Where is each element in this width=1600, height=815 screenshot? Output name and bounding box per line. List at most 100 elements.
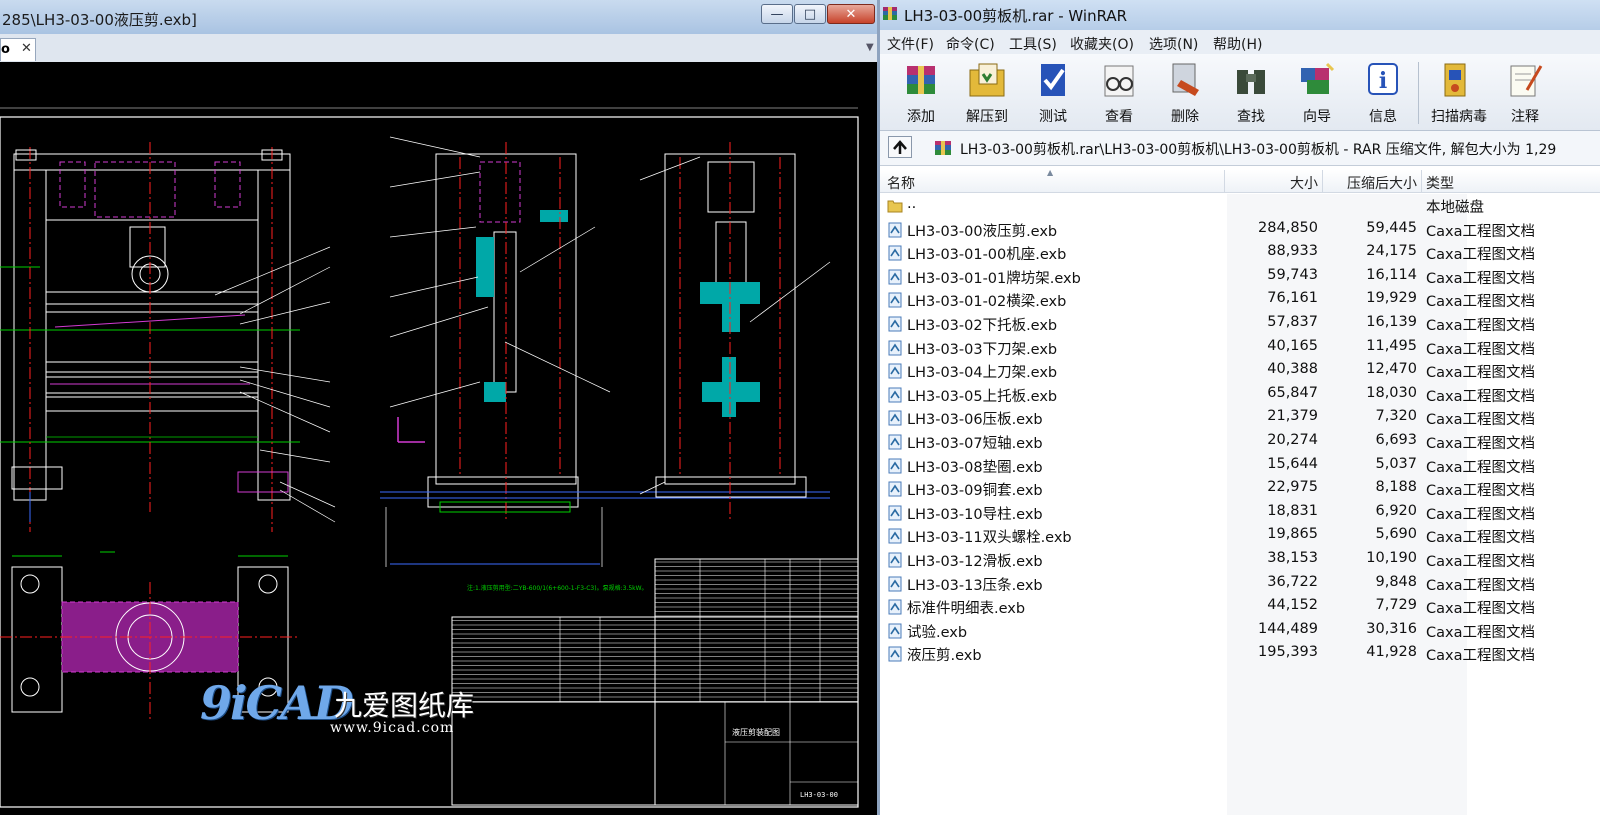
exb-file-icon [888, 505, 902, 521]
up-one-level-button[interactable] [888, 136, 912, 158]
file-row[interactable]: LH3-03-07短轴.exb 20,274 6,693 Caxa工程图文档 [880, 430, 1600, 454]
file-row[interactable]: LH3-03-12滑板.exb 38,153 10,190 Caxa工程图文档 [880, 548, 1600, 572]
file-name: LH3-03-12滑板.exb [907, 554, 1043, 570]
front-view [0, 142, 336, 532]
exb-file-icon [888, 292, 902, 308]
file-packed-size: 5,037 [1375, 455, 1417, 472]
file-row[interactable]: LH3-03-08垫圈.exb 15,644 5,037 Caxa工程图文档 [880, 454, 1600, 478]
file-type: Caxa工程图文档 [1426, 247, 1535, 264]
menu-bar: 文件(F) 命令(C) 工具(S) 收藏夹(O) 选项(N) 帮助(H) [880, 30, 1600, 54]
file-row[interactable]: LH3-03-02下托板.exb 57,837 16,139 Caxa工程图文档 [880, 312, 1600, 336]
menu-help[interactable]: 帮助(H) [1213, 34, 1262, 54]
cad-titlebar[interactable]: 285\LH3-03-00液压剪.exb] — □ ✕ [0, 0, 884, 35]
maximize-button[interactable]: □ [794, 4, 826, 24]
exb-file-icon [888, 269, 902, 285]
winrar-app-icon [883, 7, 897, 20]
file-packed-size: 59,445 [1366, 219, 1417, 236]
wizard-button[interactable]: 向导 [1286, 58, 1348, 128]
document-tab-bar: o ✕ ▼ [0, 34, 884, 63]
file-size: 21,379 [1267, 408, 1318, 425]
file-row[interactable]: 试验.exb 144,489 30,316 Caxa工程图文档 [880, 619, 1600, 643]
file-row[interactable]: LH3-03-00液压剪.exb 284,850 59,445 Caxa工程图文档 [880, 218, 1600, 242]
drawing-note: 注:1.液压剪用型:二YB-600/1(6+600-1-F3-C3)。泵规格:3… [467, 584, 648, 592]
exb-file-icon [888, 434, 902, 450]
file-row[interactable]: 液压剪.exb 195,393 41,928 Caxa工程图文档 [880, 642, 1600, 666]
parent-folder-name: .. [907, 196, 917, 212]
minimize-button[interactable]: — [761, 4, 793, 24]
title-block-name: 液压剪装配图 [732, 727, 780, 737]
find-button[interactable]: 查找 [1220, 58, 1282, 128]
column-size[interactable]: 大小 [1230, 173, 1318, 193]
menu-file[interactable]: 文件(F) [887, 34, 934, 54]
exb-file-icon [888, 340, 902, 356]
column-packed-size[interactable]: 压缩后大小 [1325, 173, 1417, 193]
test-button[interactable]: 测试 [1022, 58, 1084, 128]
view-label: 查看 [1105, 109, 1133, 125]
file-row[interactable]: LH3-03-04上刀架.exb 40,388 12,470 Caxa工程图文档 [880, 359, 1600, 383]
winrar-titlebar[interactable]: LH3-03-00剪板机.rar - WinRAR [880, 0, 1600, 30]
file-row[interactable]: 标准件明细表.exb 44,152 7,729 Caxa工程图文档 [880, 595, 1600, 619]
virus-scan-icon [1444, 63, 1466, 97]
file-row[interactable]: LH3-03-01-01牌坊架.exb 59,743 16,114 Caxa工程图文档 [880, 265, 1600, 289]
close-button[interactable]: ✕ [827, 4, 875, 24]
file-name: LH3-03-00液压剪.exb [907, 223, 1058, 240]
file-row[interactable]: LH3-03-13压条.exb 36,722 9,848 Caxa工程图文档 [880, 572, 1600, 596]
tab-dropdown-icon[interactable]: ▼ [866, 42, 874, 53]
parent-folder-row[interactable]: .. 本地磁盘 [880, 194, 1600, 218]
file-size: 22,975 [1267, 479, 1318, 496]
add-button[interactable]: 添加 [890, 58, 952, 128]
info-button[interactable]: i 信息 [1352, 58, 1414, 128]
column-type[interactable]: 类型 [1426, 173, 1454, 193]
find-label: 查找 [1237, 109, 1265, 125]
file-row[interactable]: LH3-03-03下刀架.exb 40,165 11,495 Caxa工程图文档 [880, 336, 1600, 360]
column-divider[interactable] [1421, 170, 1422, 192]
exb-file-icon [888, 552, 902, 568]
file-row[interactable]: LH3-03-11双头螺栓.exb 19,865 5,690 Caxa工程图文档 [880, 524, 1600, 548]
exb-file-icon [888, 646, 902, 662]
column-divider[interactable] [1322, 170, 1323, 192]
menu-tools[interactable]: 工具(S) [1009, 34, 1057, 54]
virus-scan-button[interactable]: 扫描病毒 [1424, 58, 1494, 128]
file-packed-size: 41,928 [1366, 644, 1417, 661]
file-size: 19,865 [1267, 526, 1318, 543]
file-packed-size: 12,470 [1366, 361, 1417, 378]
file-row[interactable]: LH3-03-06压板.exb 21,379 7,320 Caxa工程图文档 [880, 406, 1600, 430]
exb-file-icon [888, 222, 902, 238]
file-row[interactable]: LH3-03-10导柱.exb 18,831 6,920 Caxa工程图文档 [880, 501, 1600, 525]
extract-to-button[interactable]: 解压到 [956, 58, 1018, 128]
column-divider[interactable] [1224, 170, 1225, 192]
file-row[interactable]: LH3-03-01-02横梁.exb 76,161 19,929 Caxa工程图文档 [880, 288, 1600, 312]
document-tab-label: o [1, 42, 10, 57]
comment-button[interactable]: 注释 [1494, 58, 1556, 128]
exb-file-icon [888, 316, 902, 332]
menu-command[interactable]: 命令(C) [946, 34, 995, 54]
file-size: 38,153 [1267, 550, 1318, 566]
file-type: Caxa工程图文档 [1426, 388, 1535, 405]
watermark: 9iCAD 九爱图纸库 www.9icad.com [200, 674, 500, 744]
toolbar: 添加 解压到 测试 查看 删除 查找 向导 i 信息 扫描病毒 注释 [880, 54, 1600, 131]
file-size: 57,837 [1267, 314, 1318, 330]
file-packed-size: 7,320 [1375, 408, 1417, 425]
document-tab[interactable]: o ✕ [0, 38, 36, 61]
side-view [380, 136, 830, 567]
file-row[interactable]: LH3-03-05上托板.exb 65,847 18,030 Caxa工程图文档 [880, 383, 1600, 407]
view-button[interactable]: 查看 [1088, 58, 1150, 128]
add-label: 添加 [907, 109, 935, 125]
file-size: 40,165 [1267, 337, 1318, 354]
exb-file-icon [888, 599, 902, 615]
file-row[interactable]: LH3-03-01-00机座.exb 88,933 24,175 Caxa工程图文档 [880, 241, 1600, 265]
file-size: 65,847 [1267, 384, 1318, 401]
file-packed-size: 6,693 [1375, 432, 1417, 448]
folder-icon [887, 200, 903, 213]
file-row[interactable]: LH3-03-09铜套.exb 22,975 8,188 Caxa工程图文档 [880, 477, 1600, 501]
menu-favorites[interactable]: 收藏夹(O) [1070, 34, 1134, 54]
menu-options[interactable]: 选项(N) [1149, 34, 1198, 54]
exb-file-icon [888, 481, 902, 497]
drawing-canvas[interactable]: 注:1.液压剪用型:二YB-600/1(6+600-1-F3-C3)。泵规格:3… [0, 62, 884, 815]
file-name: 标准件明细表.exb [907, 601, 1026, 618]
tab-close-icon[interactable]: ✕ [21, 41, 32, 56]
delete-button[interactable]: 删除 [1154, 58, 1216, 128]
file-type: Caxa工程图文档 [1426, 554, 1535, 570]
column-name[interactable]: 名称 [887, 173, 915, 193]
svg-text:i: i [1379, 68, 1387, 94]
